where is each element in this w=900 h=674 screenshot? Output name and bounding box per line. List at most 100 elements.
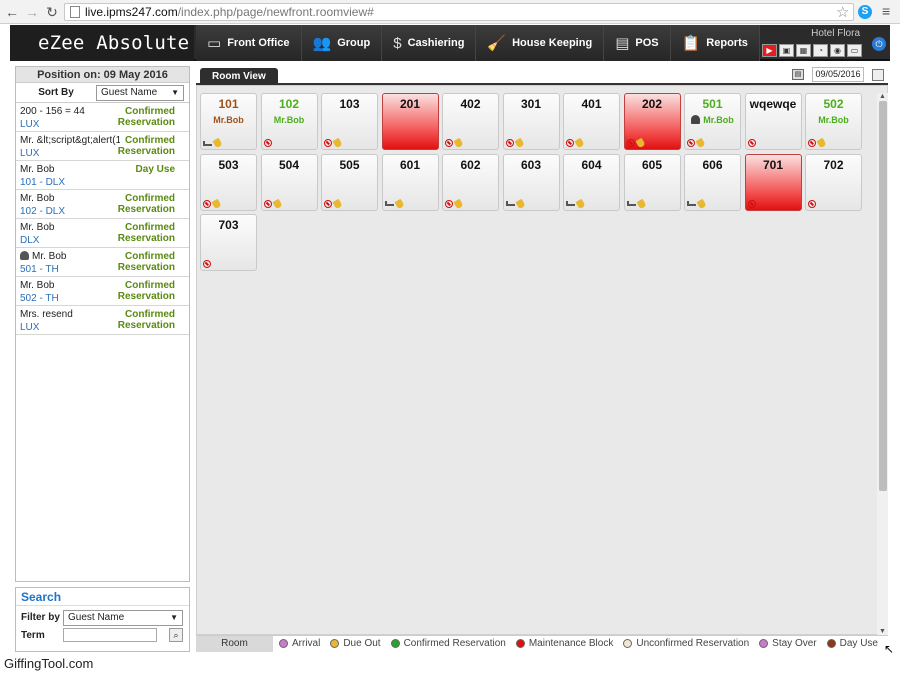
room-tile[interactable]: 703: [200, 214, 257, 271]
blocked-icon: [445, 139, 453, 147]
back-arrow-icon[interactable]: ←: [4, 4, 20, 20]
url-path: /index.php/page/newfront.roomview#: [177, 5, 374, 19]
nav-pos[interactable]: ▤ POS: [604, 25, 671, 61]
reservation-guest-name: Mr. Bob: [32, 251, 67, 262]
reservation-item[interactable]: Mr. Bob 502 - TH Confirmed Reservation: [16, 277, 189, 306]
hotel-name: Hotel Flora: [811, 28, 860, 39]
nav-label: House Keeping: [512, 37, 593, 49]
room-status-icons: [687, 198, 707, 209]
bed-icon: [505, 201, 515, 206]
room-number: 603: [520, 157, 542, 172]
room-tile[interactable]: 604: [563, 153, 620, 211]
room-tile[interactable]: 101 Mr.Bob: [200, 93, 257, 150]
room-status-icons: [566, 198, 586, 209]
window-icon[interactable]: ▭: [847, 44, 862, 57]
reservation-guest-name: Mr. Bob: [20, 280, 55, 291]
nav-icon: 📋: [681, 35, 701, 52]
reservation-item[interactable]: Mr. &lt;script&gt;alert(1)&lLUXConfirmed…: [16, 132, 189, 161]
room-number: 604: [581, 157, 602, 172]
sort-by-select[interactable]: Guest Name ▼: [96, 84, 184, 101]
room-tile[interactable]: 605: [623, 153, 681, 211]
nav-group[interactable]: 👥 Group: [301, 25, 383, 61]
bookmark-star-icon[interactable]: ☆: [836, 3, 849, 21]
contacts-icon[interactable]: ▣: [779, 44, 794, 57]
search-title: Search: [16, 588, 189, 606]
nav-reports[interactable]: 📋 Reports: [670, 25, 760, 61]
room-status-icons: [203, 260, 211, 268]
room-tile[interactable]: 606: [684, 153, 741, 211]
blocked-icon: [808, 139, 816, 147]
room-tile[interactable]: 301: [502, 93, 560, 150]
forward-arrow-icon[interactable]: →: [24, 4, 40, 20]
reservation-panel: Position on: 09 May 2016 Sort By Guest N…: [15, 66, 190, 582]
scroll-thumb[interactable]: [879, 101, 887, 491]
reload-icon[interactable]: ↻: [44, 4, 60, 20]
room-number: 703: [218, 218, 239, 232]
reservation-item[interactable]: Mrs. resend LUX Confirmed Reservation: [16, 306, 189, 335]
broom-icon: [453, 137, 464, 149]
room-tile[interactable]: wqewqe: [744, 93, 802, 150]
room-tile[interactable]: 702: [805, 153, 862, 211]
room-status-icons: [324, 137, 343, 149]
term-input[interactable]: [63, 628, 157, 642]
nav-cashiering[interactable]: $ Cashiering: [382, 25, 477, 61]
legend-label: Arrival: [291, 638, 321, 649]
room-tile[interactable]: 601: [381, 153, 439, 211]
blocked-icon: [445, 199, 453, 208]
room-tile[interactable]: 201: [381, 93, 439, 150]
bed-icon: [203, 140, 212, 146]
date-field[interactable]: 09/05/2016: [812, 67, 864, 82]
scroll-up-icon[interactable]: ▲: [877, 93, 888, 100]
url-host: live.ipms247.com: [85, 5, 178, 19]
nav-label: Cashiering: [407, 37, 465, 49]
room-tile[interactable]: 503: [200, 153, 257, 211]
room-tile[interactable]: 603: [502, 153, 560, 211]
sort-row: Sort By Guest Name ▼: [16, 83, 189, 103]
reservation-guest-name: Mr. Bob: [20, 222, 55, 233]
room-tile[interactable]: 701: [744, 153, 802, 211]
reservation-status: Confirmed Reservation: [117, 251, 175, 273]
reservation-item[interactable]: 200 - 156 = 44 LUX Confirmed Reservation: [16, 103, 189, 132]
room-status-icons: [263, 198, 283, 209]
nav-front-office[interactable]: ▭ Front Office: [196, 25, 302, 61]
broom-icon: [575, 198, 586, 209]
calendar-icon[interactable]: [872, 69, 884, 81]
room-tile[interactable]: 401: [563, 93, 620, 150]
room-tile[interactable]: 505: [321, 153, 378, 211]
room-tile[interactable]: 103: [321, 93, 378, 150]
legend-label: Due Out: [343, 638, 381, 649]
grid-icon[interactable]: ▦: [796, 44, 811, 57]
video-icon[interactable]: ▶: [762, 44, 777, 57]
mouse-cursor-icon: ↖: [884, 642, 895, 656]
filter-by-select[interactable]: Guest Name ▼: [63, 610, 183, 626]
room-tile[interactable]: 202: [623, 93, 681, 150]
vertical-scrollbar[interactable]: ▲ ▼: [877, 93, 888, 635]
legend-label: Day Use: [839, 638, 878, 649]
blocked-icon: [747, 139, 756, 147]
power-icon[interactable]: ⏻: [872, 37, 886, 51]
print-icon[interactable]: ▤: [792, 69, 804, 80]
reservation-item[interactable]: Mr. Bob 102 - DLX Confirmed Reservation: [16, 190, 189, 219]
reservation-item[interactable]: Mr. Bob DLX Confirmed Reservation: [16, 219, 189, 248]
eye-icon[interactable]: ◉: [830, 44, 845, 57]
room-tile[interactable]: 502 Mr.Bob: [805, 93, 862, 150]
nav-house-keeping[interactable]: 🧹 House Keeping: [476, 25, 605, 61]
tab-room-view[interactable]: Room View: [200, 68, 278, 85]
scroll-down-icon[interactable]: ▼: [877, 628, 888, 635]
browser-menu-icon[interactable]: ≡: [882, 3, 890, 19]
skype-icon[interactable]: S: [858, 5, 872, 19]
room-status-icons: [263, 139, 272, 147]
legend-label: Maintenance Block: [528, 638, 614, 649]
room-grid-area: 101 Mr.Bob 102 Mr.Bob 103 201 402 301 401 202 501 M…: [196, 85, 888, 635]
address-bar[interactable]: live.ipms247.com/index.php/page/newfront…: [64, 3, 854, 21]
room-tile[interactable]: 102 Mr.Bob: [260, 93, 318, 150]
reservation-item[interactable]: Mr. Bob 101 - DLX Day Use: [16, 161, 189, 190]
room-tile[interactable]: 504: [260, 153, 318, 211]
room-tile[interactable]: 602: [442, 153, 499, 211]
room-tile[interactable]: 402: [442, 93, 499, 150]
search-magnifier-icon[interactable]: ⌕: [169, 628, 183, 642]
room-tile[interactable]: 501 Mr.Bob: [684, 93, 741, 150]
reservation-item[interactable]: Mr. Bob 501 - TH Confirmed Reservation: [16, 248, 189, 277]
dashboard-icon[interactable]: ◔: [813, 44, 828, 57]
nav-icon: $: [393, 34, 402, 52]
